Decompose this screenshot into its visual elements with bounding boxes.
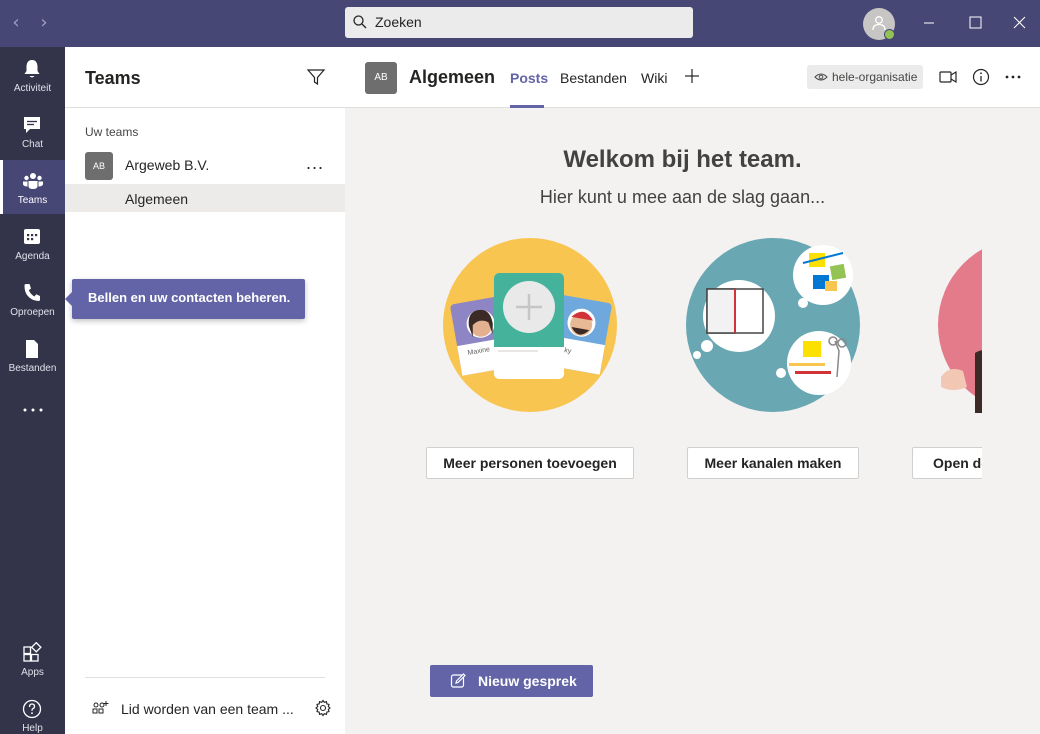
channel-header: AB Algemeen Posts Bestanden Wiki hele-or…: [345, 47, 1040, 108]
channel-content: Welkom bij het team. Hier kunt u mee aan…: [345, 108, 1040, 734]
new-conversation-button[interactable]: Nieuw gesprek: [430, 665, 593, 697]
rail-label: Teams: [17, 195, 48, 206]
minimize-icon[interactable]: [916, 11, 942, 35]
app-rail: Activiteit Chat Teams Agenda Oproepen Be…: [0, 47, 65, 734]
apps-icon: [23, 642, 42, 662]
more-options-icon[interactable]: [1003, 67, 1023, 87]
rail-label: Activiteit: [13, 83, 52, 94]
org-wide-label: hele-organisatie: [832, 70, 918, 84]
rail-item-bestanden[interactable]: Bestanden: [0, 328, 65, 382]
meet-now-icon[interactable]: [938, 67, 958, 87]
rail-item-help[interactable]: Help: [0, 688, 65, 734]
join-team-label: Lid worden van een team ...: [121, 701, 294, 717]
teams-icon: [23, 173, 43, 189]
rail-item-teams[interactable]: Teams: [0, 160, 65, 214]
title-bar: ‹ › Zoeken: [0, 0, 1040, 47]
calendar-icon: [24, 229, 40, 244]
rail-label: Oproepen: [10, 307, 55, 318]
tab-bestanden[interactable]: Bestanden: [560, 70, 627, 86]
ellipsis-icon: [23, 408, 43, 412]
bell-icon: [24, 60, 40, 78]
chat-icon: [24, 117, 40, 133]
rail-label: Chat: [21, 139, 44, 150]
filter-icon[interactable]: [306, 68, 326, 86]
channel-row[interactable]: Algemeen: [65, 184, 345, 212]
info-icon[interactable]: [971, 67, 991, 87]
add-people-illustration: Maxine ky: [443, 238, 617, 412]
rail-item-apps[interactable]: Apps: [0, 632, 65, 686]
avatar[interactable]: [863, 8, 895, 40]
add-channels-illustration: [686, 238, 860, 412]
calls-tooltip: Bellen en uw contacten beheren.: [65, 279, 305, 319]
add-channels-button[interactable]: Meer kanalen maken: [687, 447, 859, 479]
panel-header: Teams: [65, 47, 345, 108]
gear-icon[interactable]: [314, 699, 332, 717]
person-icon: [872, 16, 886, 31]
eye-icon: [814, 73, 828, 81]
section-label: Uw teams: [85, 125, 139, 139]
open-faq-button[interactable]: Open de: [912, 447, 982, 479]
join-team-row[interactable]: Lid worden van een team ...: [65, 692, 345, 724]
chevron-right-icon[interactable]: ›: [34, 12, 54, 34]
rail-label: Help: [22, 723, 43, 734]
file-icon: [26, 340, 38, 358]
search-icon: [353, 15, 367, 29]
tab-wiki[interactable]: Wiki: [641, 70, 667, 86]
add-tab-icon[interactable]: [683, 67, 701, 85]
channel-name: Algemeen: [125, 191, 189, 207]
maximize-icon[interactable]: [962, 11, 988, 35]
search-input[interactable]: Zoeken: [345, 7, 693, 38]
channel-avatar: AB: [365, 62, 397, 94]
getting-started-cards: Maxine ky Meer personen toevoegen Meer k…: [345, 108, 982, 508]
more-options-icon[interactable]: ...: [306, 153, 324, 174]
team-avatar: AB: [85, 152, 113, 180]
team-row[interactable]: AB Argeweb B.V. ...: [65, 150, 345, 182]
help-icon: [22, 699, 42, 719]
panel-title: Teams: [85, 68, 141, 88]
team-name: Argeweb B.V.: [125, 157, 210, 173]
rail-item-activiteit[interactable]: Activiteit: [0, 48, 65, 102]
rail-item-more[interactable]: [0, 384, 65, 438]
tab-posts[interactable]: Posts: [510, 70, 548, 86]
teams-panel: Teams Uw teams AB Argeweb B.V. ... Algem…: [65, 47, 345, 734]
search-placeholder: Zoeken: [375, 14, 422, 30]
open-faq-illustration: [938, 249, 982, 413]
rail-item-oproepen[interactable]: Oproepen: [0, 272, 65, 326]
join-team-icon: [92, 701, 109, 714]
org-wide-badge[interactable]: hele-organisatie: [807, 65, 923, 89]
new-conversation-label: Nieuw gesprek: [478, 673, 577, 689]
rail-label: Bestanden: [8, 363, 57, 374]
rail-item-chat[interactable]: Chat: [0, 104, 65, 158]
rail-label: Apps: [21, 667, 44, 678]
rail-label: Agenda: [15, 251, 50, 262]
divider: [85, 677, 325, 678]
phone-icon: [24, 284, 40, 301]
compose-icon: [450, 673, 466, 688]
chevron-left-icon[interactable]: ‹: [6, 12, 26, 34]
rail-item-agenda[interactable]: Agenda: [0, 216, 65, 270]
add-people-button[interactable]: Meer personen toevoegen: [426, 447, 634, 479]
presence-badge: [884, 29, 895, 40]
channel-title: Algemeen: [409, 67, 496, 87]
close-icon[interactable]: [1006, 11, 1032, 35]
